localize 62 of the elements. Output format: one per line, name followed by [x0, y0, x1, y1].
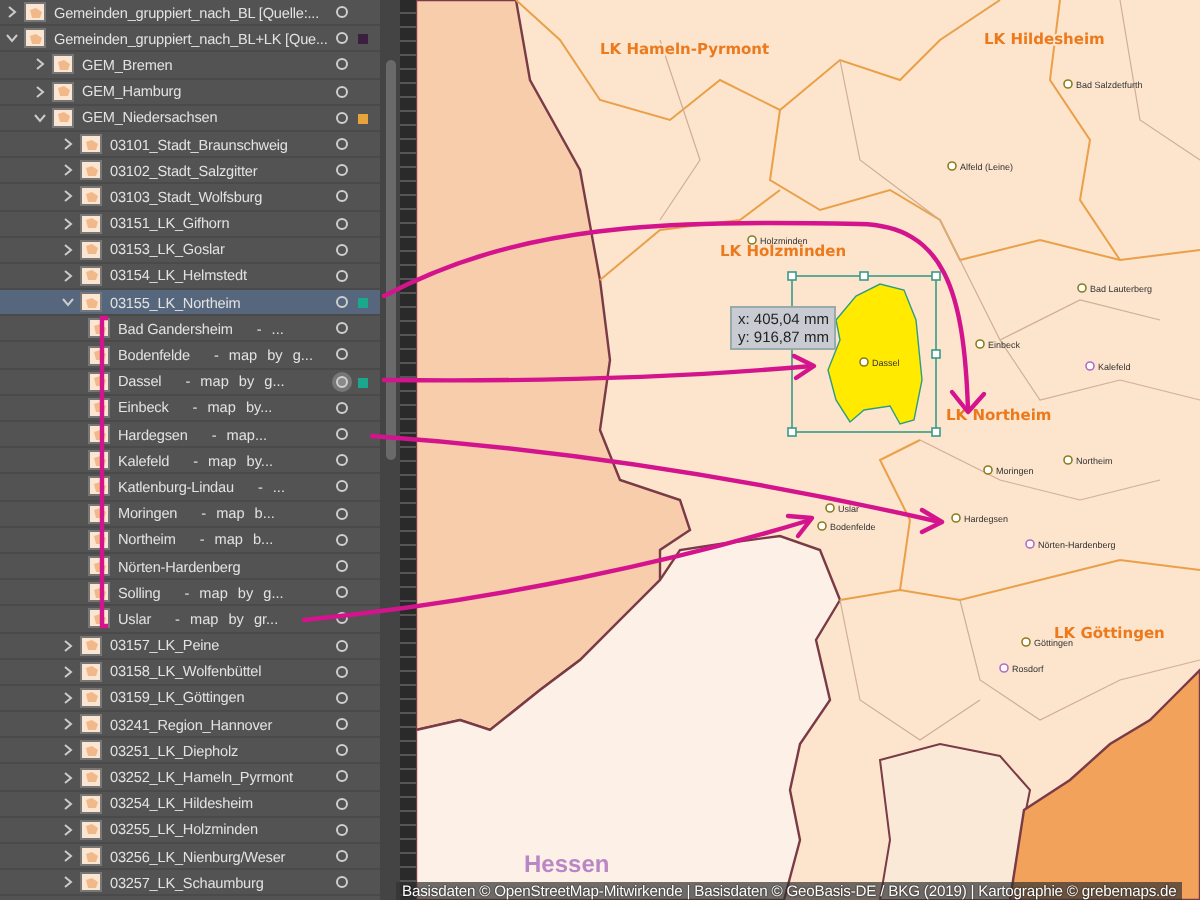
- target-icon[interactable]: [336, 32, 348, 45]
- target-icon[interactable]: [336, 691, 348, 704]
- layer-thumbnail: [52, 107, 74, 128]
- layer-thumbnail: [80, 819, 102, 840]
- layer-thumbnail: [80, 687, 102, 708]
- target-icon[interactable]: [336, 559, 348, 572]
- target-icon[interactable]: [336, 217, 348, 229]
- target-icon[interactable]: [336, 322, 348, 335]
- target-icon[interactable]: [336, 428, 348, 440]
- target-icon[interactable]: [336, 850, 348, 862]
- layer-thumbnail: [80, 635, 102, 656]
- target-icon[interactable]: [336, 401, 348, 414]
- layer-thumbnail: [80, 265, 102, 286]
- layer-thumbnail: [80, 872, 102, 893]
- layer-thumbnail: [80, 714, 102, 735]
- target-icon[interactable]: [336, 823, 348, 836]
- state-label: Hessen: [524, 850, 610, 878]
- layer-thumbnail: [80, 134, 102, 155]
- layer-thumbnail: [24, 28, 46, 49]
- municipality-shape: [827, 283, 923, 425]
- target-icon[interactable]: [336, 190, 348, 203]
- target-icon[interactable]: [336, 770, 348, 783]
- chevron-icon[interactable]: [56, 294, 80, 311]
- target-icon[interactable]: [336, 876, 348, 889]
- layer-thumbnail: [24, 2, 46, 23]
- target-icon[interactable]: [336, 296, 348, 309]
- chevron-icon[interactable]: [28, 109, 52, 126]
- target-icon[interactable]: [336, 348, 348, 361]
- target-icon[interactable]: [336, 454, 348, 467]
- target-icon[interactable]: [336, 269, 348, 282]
- layer-thumbnail: [80, 239, 102, 260]
- target-icon[interactable]: [336, 6, 348, 18]
- layer-thumbnail: [52, 81, 74, 102]
- target-icon[interactable]: [336, 480, 348, 493]
- target-icon[interactable]: [336, 718, 348, 731]
- scrollbar[interactable]: [380, 0, 400, 900]
- layer-thumbnail: [80, 186, 102, 207]
- chevron-icon[interactable]: [0, 30, 24, 47]
- layer-thumbnail: [80, 767, 102, 788]
- target-icon[interactable]: [336, 586, 348, 599]
- target-icon[interactable]: [336, 137, 348, 150]
- layer-thumbnail: [80, 740, 102, 761]
- target-icon[interactable]: [336, 797, 348, 810]
- target-icon[interactable]: [336, 85, 348, 98]
- target-icon[interactable]: [336, 375, 348, 388]
- target-icon[interactable]: [336, 533, 348, 546]
- target-icon[interactable]: [336, 744, 348, 757]
- layer-thumbnail: [80, 213, 102, 234]
- target-icon[interactable]: [336, 164, 348, 177]
- layer-thumbnail: [80, 160, 102, 181]
- target-icon[interactable]: [336, 58, 348, 71]
- target-icon[interactable]: [336, 111, 348, 124]
- target-icon[interactable]: [336, 665, 348, 678]
- layer-thumbnail: [80, 846, 102, 867]
- target-icon[interactable]: [336, 507, 348, 520]
- target-icon[interactable]: [336, 639, 348, 651]
- layer-thumbnail: [80, 292, 102, 313]
- target-icon[interactable]: [336, 612, 348, 625]
- layer-thumbnail: [80, 661, 102, 682]
- layer-thumbnail: [52, 54, 74, 75]
- target-icon[interactable]: [336, 243, 348, 256]
- layer-thumbnail: [80, 793, 102, 814]
